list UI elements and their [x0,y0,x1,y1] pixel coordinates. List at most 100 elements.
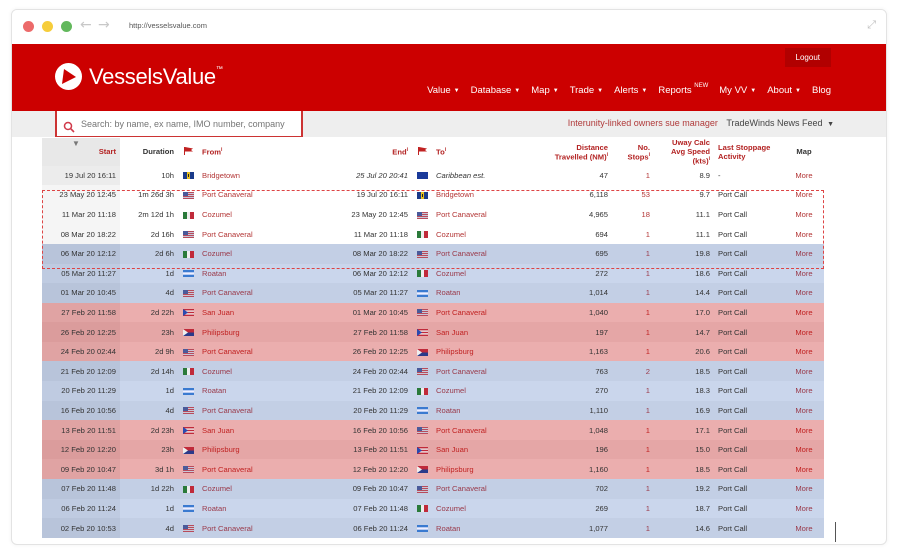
to-port-link[interactable]: Port Canaveral [432,204,542,225]
map-more-link[interactable]: More [784,283,824,303]
close-window-button[interactable] [23,21,34,32]
stops-link[interactable]: 18 [612,204,654,225]
to-port-link[interactable]: San Juan [432,322,542,342]
stops-link[interactable]: 1 [612,400,654,421]
info-icon[interactable]: i [407,147,408,153]
nav-item-reports[interactable]: Reports NEW [658,83,708,96]
map-more-link[interactable]: More [784,498,824,519]
info-icon[interactable]: i [607,152,608,158]
map-more-link[interactable]: More [784,518,824,538]
to-port-link[interactable]: Port Canaveral [432,479,542,499]
map-more-link[interactable]: More [784,361,824,382]
column-header-to[interactable]: Toi [432,138,542,166]
stops-link[interactable]: 1 [612,302,654,323]
nav-item-about[interactable]: About ▼ [767,85,801,96]
news-headline-link[interactable]: Interunity-linked owners sue manager [568,118,718,128]
from-port-link[interactable]: Roatan [198,498,330,519]
to-port-link[interactable]: Cozumel [432,498,542,519]
search-input[interactable] [81,118,296,129]
to-port-link[interactable]: Roatan [432,518,542,538]
column-header-end[interactable]: Endi [330,138,412,166]
info-icon[interactable]: i [445,147,446,153]
to-port-link[interactable]: Cozumel [432,263,542,284]
to-port-link[interactable]: Roatan [432,400,542,421]
map-more-link[interactable]: More [784,165,824,186]
stops-link[interactable]: 1 [612,518,654,538]
from-port-link[interactable]: Port Canaveral [198,459,330,480]
map-more-link[interactable]: More [784,302,824,323]
to-port-link[interactable]: San Juan [432,439,542,460]
from-port-link[interactable]: Cozumel [198,204,330,225]
stops-link[interactable]: 1 [612,283,654,303]
stops-link[interactable]: 1 [612,420,654,440]
stops-link[interactable]: 53 [612,185,654,205]
column-header-speed[interactable]: Uway Calc Avg Speed (kts)i [654,138,714,166]
stops-link[interactable]: 1 [612,263,654,284]
to-port-link[interactable]: Port Canaveral [432,243,542,264]
info-icon[interactable]: i [221,147,222,153]
from-port-link[interactable]: Roatan [198,263,330,284]
from-port-link[interactable]: San Juan [198,302,330,323]
map-more-link[interactable]: More [784,439,824,460]
to-port-link[interactable]: Bridgetown [432,185,542,205]
maximize-window-button[interactable] [61,21,72,32]
column-header-start[interactable]: ▼ Start [42,138,120,166]
arrow-right-icon[interactable]: → [98,17,110,33]
to-port-link[interactable]: Philipsburg [432,459,542,480]
stops-link[interactable]: 1 [612,498,654,519]
to-port-link[interactable]: Port Canaveral [432,302,542,323]
stops-link[interactable]: 1 [612,459,654,480]
search-box[interactable] [55,111,303,137]
map-more-link[interactable]: More [784,204,824,225]
to-port-link[interactable]: Roatan [432,283,542,303]
from-port-link[interactable]: Port Canaveral [198,341,330,362]
from-port-link[interactable]: San Juan [198,420,330,440]
stops-link[interactable]: 1 [612,322,654,342]
info-icon[interactable]: i [709,156,710,162]
stops-link[interactable]: 1 [612,381,654,401]
map-more-link[interactable]: More [784,341,824,362]
from-port-link[interactable]: Roatan [198,381,330,401]
stops-link[interactable]: 1 [612,165,654,186]
from-port-link[interactable]: Bridgetown [198,165,330,186]
info-icon[interactable]: i [649,152,650,158]
nav-item-map[interactable]: Map ▼ [531,85,558,96]
map-more-link[interactable]: More [784,459,824,480]
map-more-link[interactable]: More [784,243,824,264]
from-port-link[interactable]: Cozumel [198,479,330,499]
map-more-link[interactable]: More [784,420,824,440]
map-more-link[interactable]: More [784,400,824,421]
to-port-link[interactable]: Cozumel [432,224,542,244]
expand-icon[interactable]: ⤢ [867,18,876,32]
to-port-link[interactable]: Port Canaveral [432,420,542,440]
map-more-link[interactable]: More [784,322,824,342]
column-header-distance[interactable]: Distance Travelled (NM)i [542,138,612,166]
map-more-link[interactable]: More [784,185,824,205]
nav-item-trade[interactable]: Trade ▼ [570,85,603,96]
stops-link[interactable]: 1 [612,243,654,264]
column-header-duration[interactable]: Duration [120,138,178,166]
nav-item-my-vv[interactable]: My VV ▼ [719,85,756,96]
column-header-activity[interactable]: Last Stoppage Activity [714,138,784,166]
map-more-link[interactable]: More [784,263,824,284]
from-port-link[interactable]: Port Canaveral [198,283,330,303]
to-port-link[interactable]: Philipsburg [432,341,542,362]
to-port-link[interactable]: Cozumel [432,381,542,401]
map-more-link[interactable]: More [784,479,824,499]
nav-item-alerts[interactable]: Alerts ▼ [614,85,647,96]
address-bar[interactable]: http://vesselsvalue.com [129,21,207,30]
stops-link[interactable]: 1 [612,479,654,499]
nav-item-value[interactable]: Value ▼ [427,85,460,96]
from-port-link[interactable]: Philipsburg [198,439,330,460]
nav-item-database[interactable]: Database ▼ [471,85,521,96]
stops-link[interactable]: 1 [612,439,654,460]
arrow-left-icon[interactable]: ← [80,17,92,33]
stops-link[interactable]: 1 [612,224,654,244]
from-port-link[interactable]: Cozumel [198,361,330,382]
from-port-link[interactable]: Cozumel [198,243,330,264]
from-port-link[interactable]: Port Canaveral [198,224,330,244]
logout-button[interactable]: Logout [784,48,831,67]
from-port-link[interactable]: Philipsburg [198,322,330,342]
news-feed-dropdown[interactable]: TradeWinds News Feed ▼ [726,118,834,128]
stops-link[interactable]: 1 [612,341,654,362]
